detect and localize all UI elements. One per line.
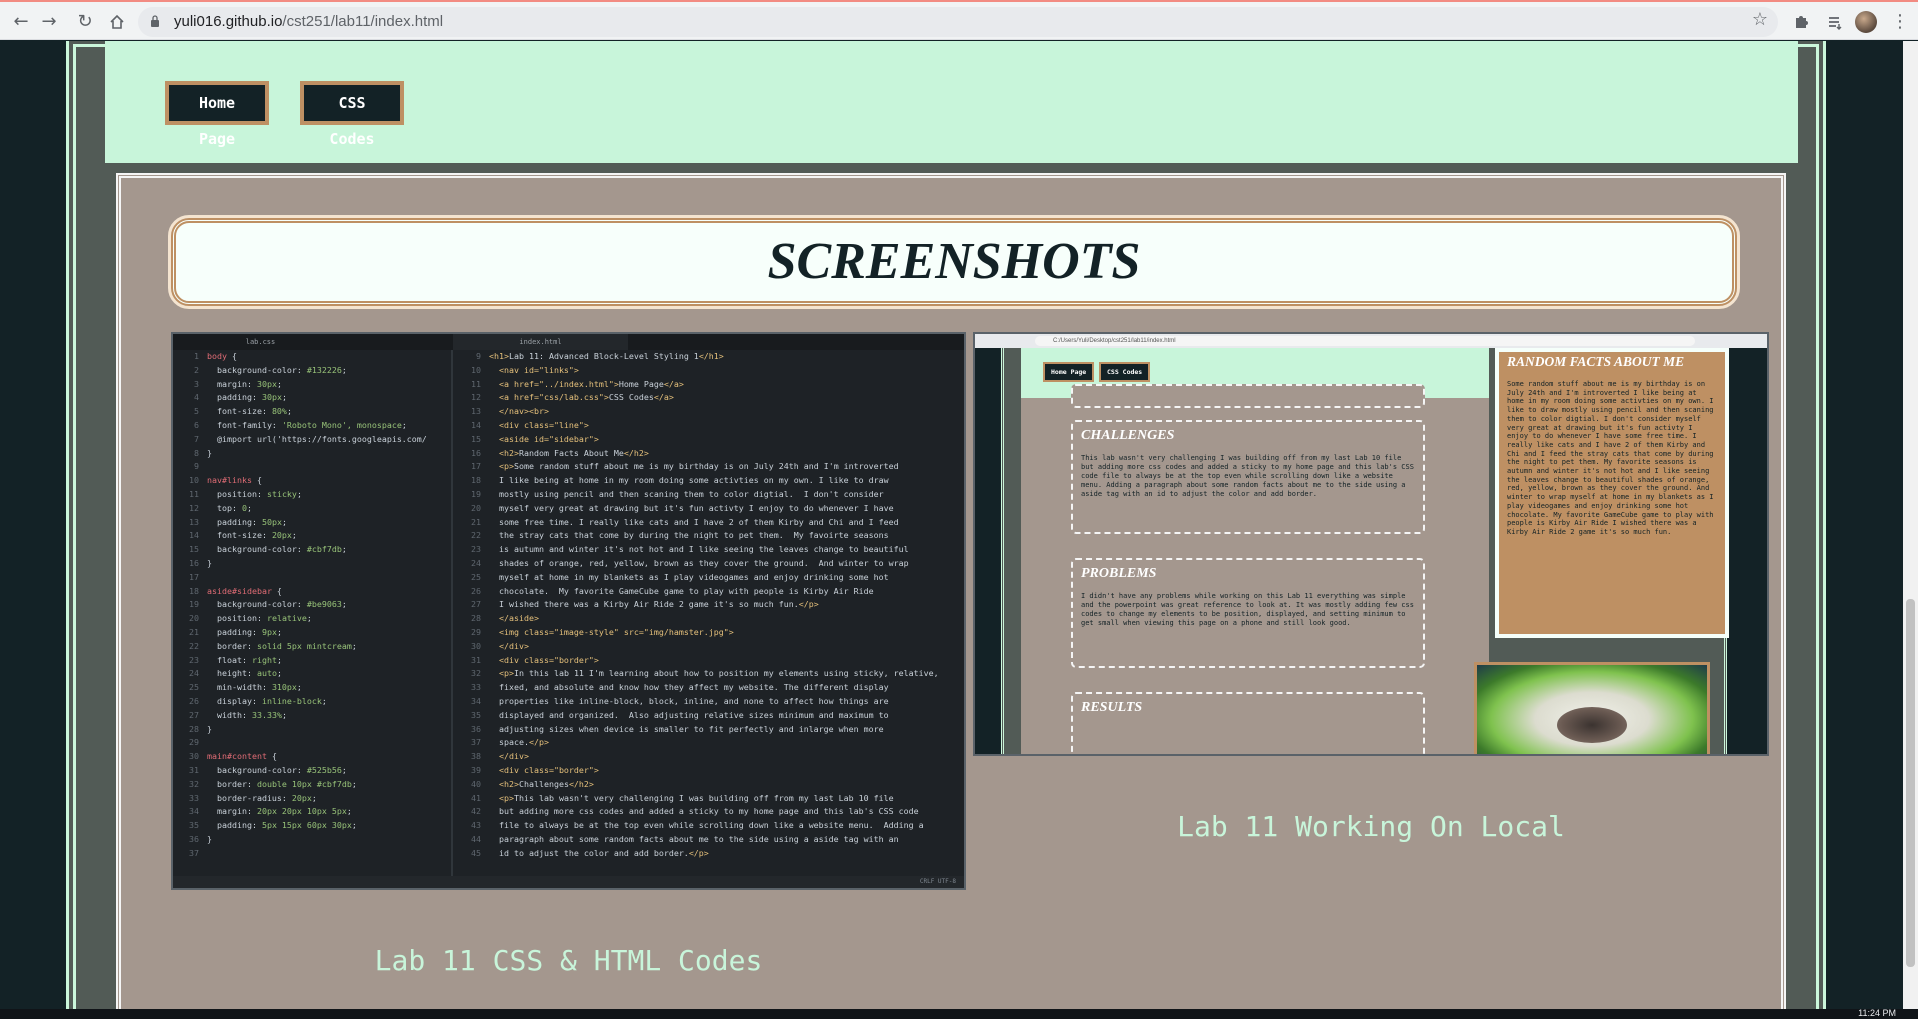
challenges-text: This lab wasn't very challenging I was b… [1081, 454, 1414, 498]
editor-tab-bar: lab.css index.html [173, 334, 964, 350]
section-title: SCREENSHOTS [767, 233, 1141, 290]
editor-tab-html: index.html [453, 334, 628, 350]
mini-url-text: C:/Users/Yuli/Desktop/cst251/lab11/index… [1035, 336, 1695, 346]
local-browser-screenshot[interactable]: C:/Users/Yuli/Desktop/cst251/lab11/index… [973, 332, 1769, 756]
mini-page: Home Page CSS Codes CHALLENGES This lab … [975, 348, 1767, 754]
reading-list-button[interactable] [1822, 9, 1848, 35]
taskbar-clock: 11:24 PM [1858, 1008, 1896, 1018]
sticky-nav: Home Page CSS Codes [105, 41, 1798, 163]
browser-toolbar: ← → ↻ yuli016.github.io/cst251/lab11/ind… [0, 2, 1918, 40]
mini-content: CHALLENGES This lab wasn't very challeng… [1021, 384, 1489, 754]
reading-list-icon [1829, 17, 1842, 30]
reload-icon: ↻ [77, 11, 93, 32]
arrow-right-icon: → [41, 11, 57, 32]
scrollbar-thumb[interactable] [1906, 599, 1915, 967]
mini-card-challenges: CHALLENGES This lab wasn't very challeng… [1071, 420, 1425, 534]
problems-text: I didn't have any problems while working… [1081, 592, 1414, 627]
kebab-menu-icon: ⋮ [1891, 11, 1909, 32]
editor-status-bar: CRLF UTF-8 [173, 876, 964, 888]
hamster-shape [1557, 707, 1627, 743]
back-button[interactable]: ← [8, 9, 34, 35]
lock-icon [151, 15, 159, 27]
arrow-left-icon: ← [13, 11, 29, 32]
page-scrollbar[interactable] [1903, 41, 1918, 1009]
caption-left: Lab 11 CSS & HTML Codes [374, 944, 763, 977]
aside-title: RANDOM FACTS ABOUT ME [1507, 354, 1685, 369]
css-codes-link[interactable]: CSS Codes [300, 81, 404, 148]
mini-card-problems: PROBLEMS I didn't have any problems whil… [1071, 558, 1425, 668]
page-viewport: Home Page CSS Codes SCREENSHOTS lab.css … [0, 41, 1918, 1009]
results-title: RESULTS [1081, 700, 1143, 715]
mini-card-results: RESULTS [1071, 692, 1425, 754]
section-heading-box: SCREENSHOTS [168, 215, 1740, 309]
mini-css-link: CSS Codes [1099, 362, 1151, 382]
editor-screenshot[interactable]: lab.css index.html 1 body { 2 background-… [171, 332, 966, 890]
browser-menu-button[interactable]: ⋮ [1887, 9, 1913, 35]
home-button[interactable] [104, 9, 130, 35]
address-bar[interactable]: yuli016.github.io/cst251/lab11/index.htm… [138, 7, 1778, 37]
mini-home-link: Home Page [1043, 362, 1095, 382]
mini-aside-sidebar: RANDOM FACTS ABOUT ME Some random stuff … [1495, 348, 1729, 638]
home-page-link[interactable]: Home Page [165, 81, 269, 148]
problems-title: PROBLEMS [1081, 566, 1157, 581]
forward-button[interactable]: → [36, 9, 62, 35]
reload-button[interactable]: ↻ [72, 9, 98, 35]
editor-pane-divider[interactable] [451, 350, 453, 880]
html-code-pane: 9 <h1>Lab 11: Advanced Block-Level Stylin… [471, 351, 939, 858]
os-taskbar: 11:24 PM [0, 1008, 1918, 1019]
mini-card-top [1071, 384, 1425, 408]
mini-browser-toolbar: C:/Users/Yuli/Desktop/cst251/lab11/index… [975, 334, 1767, 348]
extensions-button[interactable] [1788, 9, 1814, 35]
editor-tab-css: lab.css [245, 338, 276, 346]
home-icon [110, 14, 124, 29]
screenshots-section: SCREENSHOTS lab.css index.html 1 body { 2… [116, 173, 1786, 1009]
profile-avatar[interactable] [1855, 11, 1877, 33]
challenges-title: CHALLENGES [1081, 428, 1175, 443]
bookmark-star-icon[interactable]: ☆ [1752, 9, 1768, 30]
puzzle-icon [1796, 16, 1808, 28]
css-code-pane: 1 body { 2 background-color: #132226; 3 m… [189, 351, 427, 858]
caption-right: Lab 11 Working On Local [1177, 810, 1565, 843]
url-text: yuli016.github.io/cst251/lab11/index.htm… [174, 13, 444, 30]
hamster-photo [1474, 662, 1710, 754]
aside-text: Some random stuff about me is my birthda… [1507, 380, 1714, 536]
